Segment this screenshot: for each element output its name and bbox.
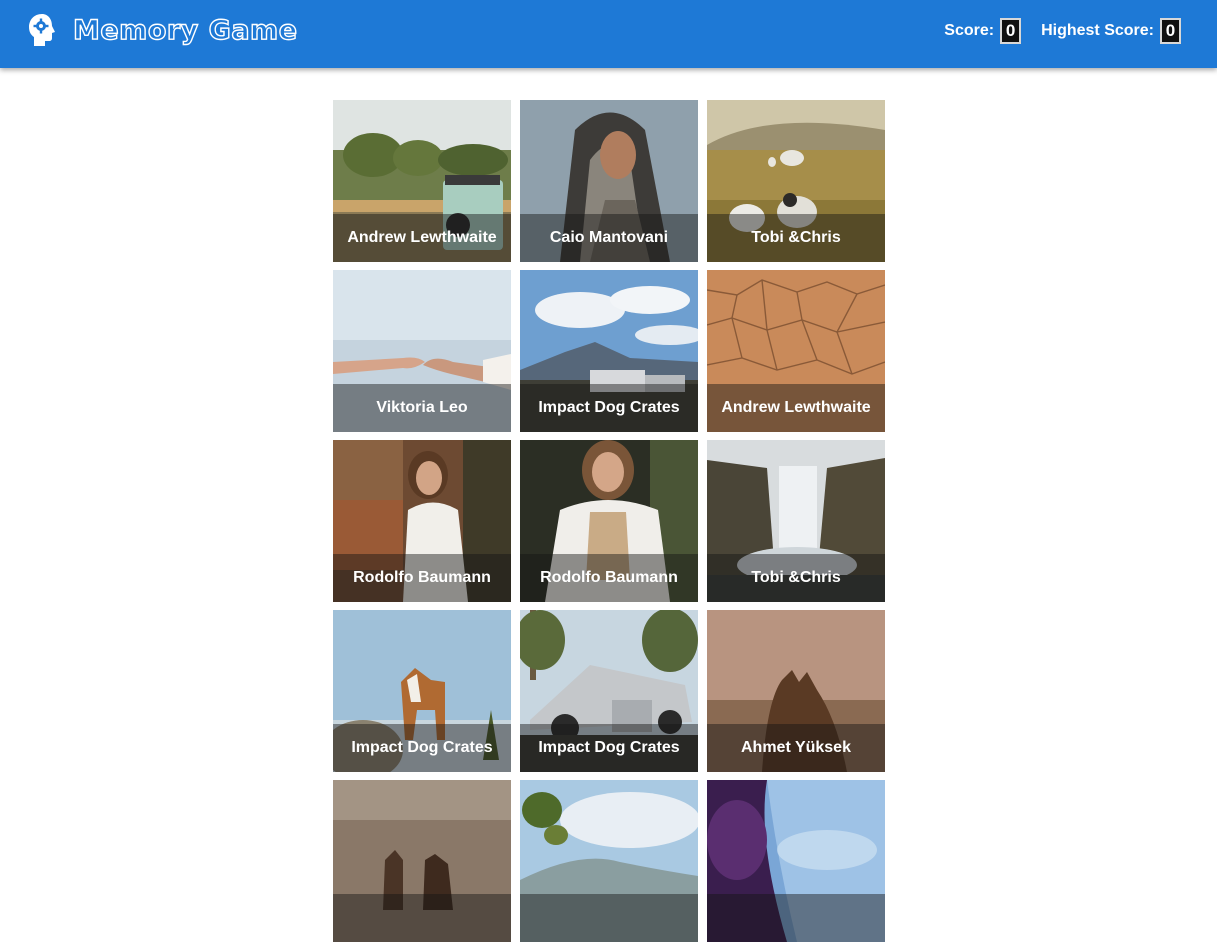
card-caption: Tobi &Chris xyxy=(707,214,885,262)
app-header: Memory Game Score: 0 Highest Score: 0 xyxy=(0,0,1217,68)
memory-card[interactable]: Viktoria Leo xyxy=(333,270,511,432)
card-caption: Impact Dog Crates xyxy=(520,384,698,432)
card-caption: Andrew Lewthwaite xyxy=(333,214,511,262)
highest-score-label: Highest Score: xyxy=(1041,22,1154,39)
card-caption: Rodolfo Baumann xyxy=(333,554,511,602)
memory-card[interactable]: Rodolfo Baumann xyxy=(520,440,698,602)
card-caption: Rodolfo Baumann xyxy=(520,554,698,602)
card-caption xyxy=(333,894,511,942)
card-grid: Andrew Lewthwaite Caio Mantovani Tobi &C… xyxy=(333,100,885,942)
memory-card[interactable] xyxy=(333,780,511,942)
card-caption: Andrew Lewthwaite xyxy=(707,384,885,432)
memory-card[interactable]: Andrew Lewthwaite xyxy=(707,270,885,432)
card-caption: Impact Dog Crates xyxy=(520,724,698,772)
memory-card[interactable]: Caio Mantovani xyxy=(520,100,698,262)
memory-card[interactable]: Andrew Lewthwaite xyxy=(333,100,511,262)
memory-card[interactable]: Impact Dog Crates xyxy=(520,610,698,772)
head-gear-icon xyxy=(29,14,55,46)
memory-card[interactable] xyxy=(707,780,885,942)
memory-card[interactable]: Rodolfo Baumann xyxy=(333,440,511,602)
current-score: Score: 0 xyxy=(944,18,1022,44)
highest-score-value: 0 xyxy=(1160,18,1181,44)
memory-card[interactable]: Tobi &Chris xyxy=(707,440,885,602)
memory-card[interactable] xyxy=(520,780,698,942)
card-caption xyxy=(520,894,698,942)
card-caption xyxy=(707,894,885,942)
card-caption: Ahmet Yüksek xyxy=(707,724,885,772)
score-panel: Score: 0 Highest Score: 0 xyxy=(944,18,1181,44)
memory-card[interactable]: Impact Dog Crates xyxy=(520,270,698,432)
card-caption: Caio Mantovani xyxy=(520,214,698,262)
score-label: Score: xyxy=(944,22,995,39)
card-caption: Tobi &Chris xyxy=(707,554,885,602)
memory-card[interactable]: Ahmet Yüksek xyxy=(707,610,885,772)
memory-card[interactable]: Tobi &Chris xyxy=(707,100,885,262)
score-value: 0 xyxy=(1000,18,1022,44)
highest-score: Highest Score: 0 xyxy=(1041,18,1181,44)
card-caption: Viktoria Leo xyxy=(333,384,511,432)
brand: Memory Game xyxy=(27,12,298,48)
memory-card[interactable]: Impact Dog Crates xyxy=(333,610,511,772)
app-title: Memory Game xyxy=(72,14,298,46)
card-caption: Impact Dog Crates xyxy=(333,724,511,772)
